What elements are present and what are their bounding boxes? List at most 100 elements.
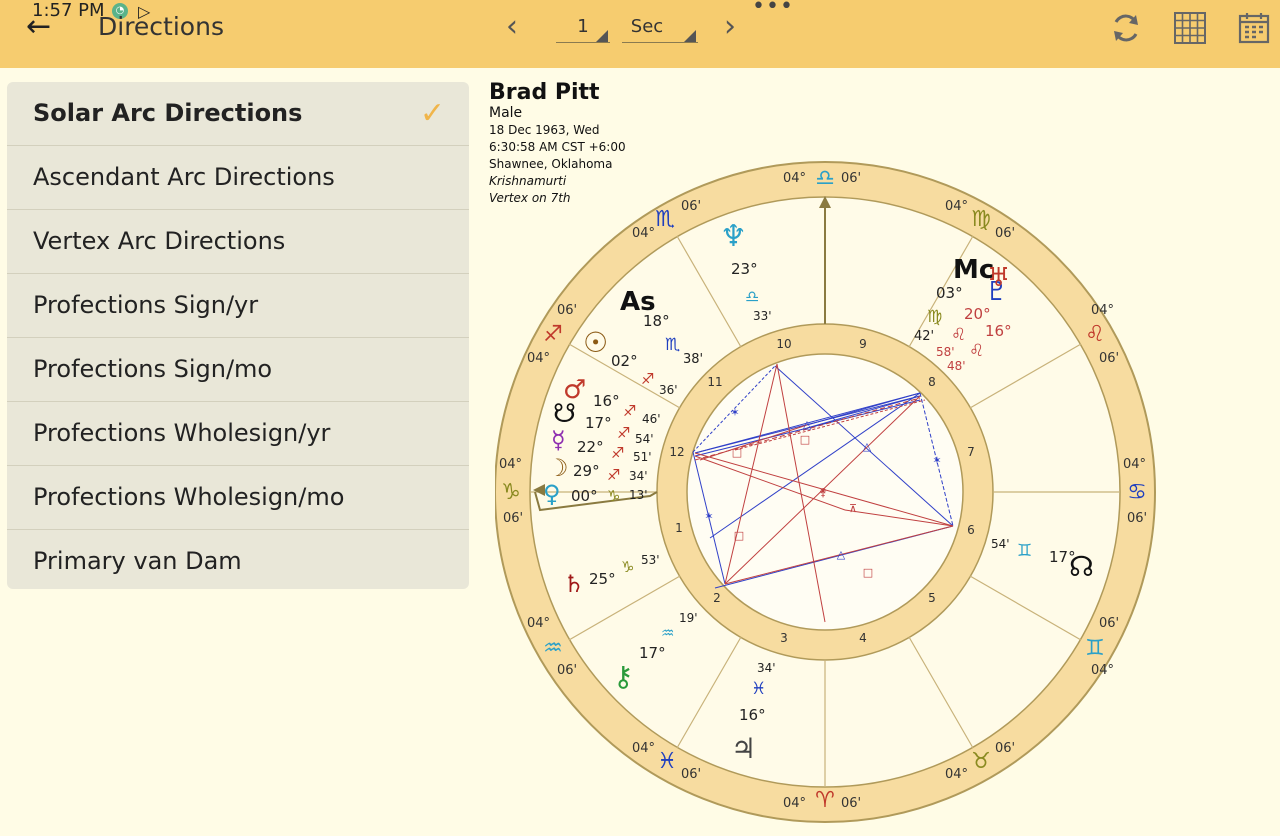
house-number: 4 [859, 631, 867, 645]
svg-text:✶: ✶ [704, 510, 713, 523]
taurus-icon: ♉ [971, 749, 991, 774]
ring-minute: 06' [995, 226, 1015, 241]
svg-text:⚵: ⚵ [819, 486, 827, 499]
menu-item-profections-sign-mo[interactable]: Profections Sign/mo [7, 338, 469, 402]
midheaven-degree: 03° [936, 284, 963, 302]
virgo-icon: ♍ [971, 207, 991, 232]
next-step-chevron-icon[interactable]: › [724, 10, 736, 44]
planet-minute: 33' [753, 309, 772, 323]
previous-step-chevron-icon[interactable]: ‹ [506, 10, 518, 44]
ring-degree: 04° [1123, 457, 1146, 472]
ring-minute: 06' [841, 171, 861, 186]
planet-sign-icon: ♐ [623, 402, 636, 420]
planet-degree: 00° [571, 487, 598, 505]
planet-degree: 20° [964, 305, 991, 323]
ring-degree: 04° [527, 351, 550, 366]
menu-item-label: Profections Wholesign/mo [33, 483, 345, 511]
planet-sign-icon: ♐ [611, 444, 624, 462]
neptune-icon: ♆ [720, 219, 747, 254]
ascendant-minute: 38' [683, 352, 703, 367]
menu-item-solar-arc[interactable]: Solar Arc Directions ✓ [7, 82, 469, 146]
step-value-dropdown[interactable]: 1 [556, 14, 610, 43]
ring-degree: 04° [527, 616, 550, 631]
refresh-icon[interactable] [1108, 10, 1144, 46]
back-arrow-icon[interactable]: ← [26, 10, 51, 44]
planet-sign-icon: ♓ [751, 679, 766, 699]
step-unit: Sec [630, 16, 664, 37]
calendar-icon[interactable] [1236, 10, 1272, 46]
menu-item-profections-wholesign-mo[interactable]: Profections Wholesign/mo [7, 466, 469, 530]
uranus-icon: ♅ [987, 263, 1010, 293]
menu-item-profections-wholesign-yr[interactable]: Profections Wholesign/yr [7, 402, 469, 466]
mercury-icon: ☿ [551, 426, 566, 454]
menu-item-vertex-arc[interactable]: Vertex Arc Directions [7, 210, 469, 274]
planet-sign-icon: ♑ [621, 558, 634, 576]
planet-degree: 29° [573, 462, 600, 480]
house-number: 5 [928, 591, 936, 605]
ascendant-sign-icon: ♏ [665, 335, 680, 355]
house-number: 9 [859, 337, 867, 351]
planet-minute: 58' [936, 345, 955, 359]
midheaven-minute: 42' [914, 329, 934, 344]
planet-degree: 17° [639, 644, 666, 662]
menu-item-label: Profections Sign/mo [33, 355, 273, 383]
venus-icon: ♀ [543, 480, 561, 508]
planet-sign-icon: ♒ [661, 624, 674, 642]
birth-time: 6:30:58 AM CST +6:00 [489, 140, 626, 154]
moon-icon: ☽ [547, 454, 569, 482]
planet-sign-icon: ♑ [607, 487, 620, 505]
house-number: 7 [967, 445, 975, 459]
menu-item-label: Profections Wholesign/yr [33, 419, 331, 447]
svg-text:✶: ✶ [932, 454, 941, 467]
menu-item-label: Profections Sign/yr [33, 291, 259, 319]
menu-item-profections-sign-yr[interactable]: Profections Sign/yr [7, 274, 469, 338]
planet-sign-icon: ♊ [1017, 541, 1032, 561]
grid-icon[interactable] [1172, 10, 1208, 46]
planet-degree: 22° [577, 438, 604, 456]
ring-minute: 06' [681, 199, 701, 214]
ring-minute: 06' [557, 303, 577, 318]
menu-item-label: Ascendant Arc Directions [33, 163, 335, 191]
gemini-icon: ♊ [1085, 636, 1105, 661]
menu-item-label: Primary van Dam [33, 547, 242, 575]
ring-minute: 06' [1127, 511, 1147, 526]
app-toolbar: 1:57 PM ◔ ▷ ← Directions ‹ 1 Sec › ••• [0, 0, 1280, 68]
planet-minute: 54' [635, 432, 654, 446]
planet-minute: 19' [679, 611, 698, 625]
ring-minute: 06' [503, 511, 523, 526]
dropdown-triangle-icon [596, 30, 608, 42]
person-gender: Male [489, 105, 523, 121]
menu-item-primary-van-dam[interactable]: Primary van Dam [7, 530, 469, 589]
planet-minute: 53' [641, 553, 660, 567]
sun-icon: ☉ [583, 326, 608, 359]
ring-degree: 04° [945, 767, 968, 782]
astrology-chart-wheel[interactable]: 1 2 3 4 5 6 7 8 9 10 11 12 ♈ ♉ ♊ ♋ ♌ ♍ ♎… [495, 160, 1159, 824]
ring-degree: 04° [945, 199, 968, 214]
aquarius-icon: ♒ [543, 636, 563, 661]
ring-minute: 06' [681, 767, 701, 782]
svg-text:△: △ [837, 548, 846, 561]
saturn-icon: ♄ [563, 570, 585, 598]
ring-degree: 04° [783, 171, 806, 186]
checkmark-icon: ✓ [419, 96, 445, 131]
menu-item-ascendant-arc[interactable]: Ascendant Arc Directions [7, 146, 469, 210]
planet-degree: 17° [1049, 548, 1076, 566]
capricorn-icon: ♑ [501, 480, 521, 505]
house-number: 1 [675, 521, 683, 535]
planet-minute: 13' [629, 488, 648, 502]
house-number: 6 [967, 523, 975, 537]
ring-minute: 06' [995, 741, 1015, 756]
ring-degree: 04° [499, 457, 522, 472]
house-number: 11 [707, 375, 722, 389]
house-number: 8 [928, 375, 936, 389]
svg-text:□: □ [863, 566, 873, 579]
libra-icon: ♎ [815, 166, 835, 191]
planet-sign-icon: ♌ [951, 325, 966, 345]
midheaven-sign-icon: ♍ [927, 307, 942, 327]
more-options-icon[interactable]: ••• [752, 0, 794, 19]
planet-minute: 36' [659, 383, 678, 397]
aries-icon: ♈ [815, 788, 835, 813]
step-unit-dropdown[interactable]: Sec [622, 14, 698, 43]
menu-item-label: Solar Arc Directions [33, 99, 303, 127]
svg-text:⊼: ⊼ [849, 502, 857, 515]
